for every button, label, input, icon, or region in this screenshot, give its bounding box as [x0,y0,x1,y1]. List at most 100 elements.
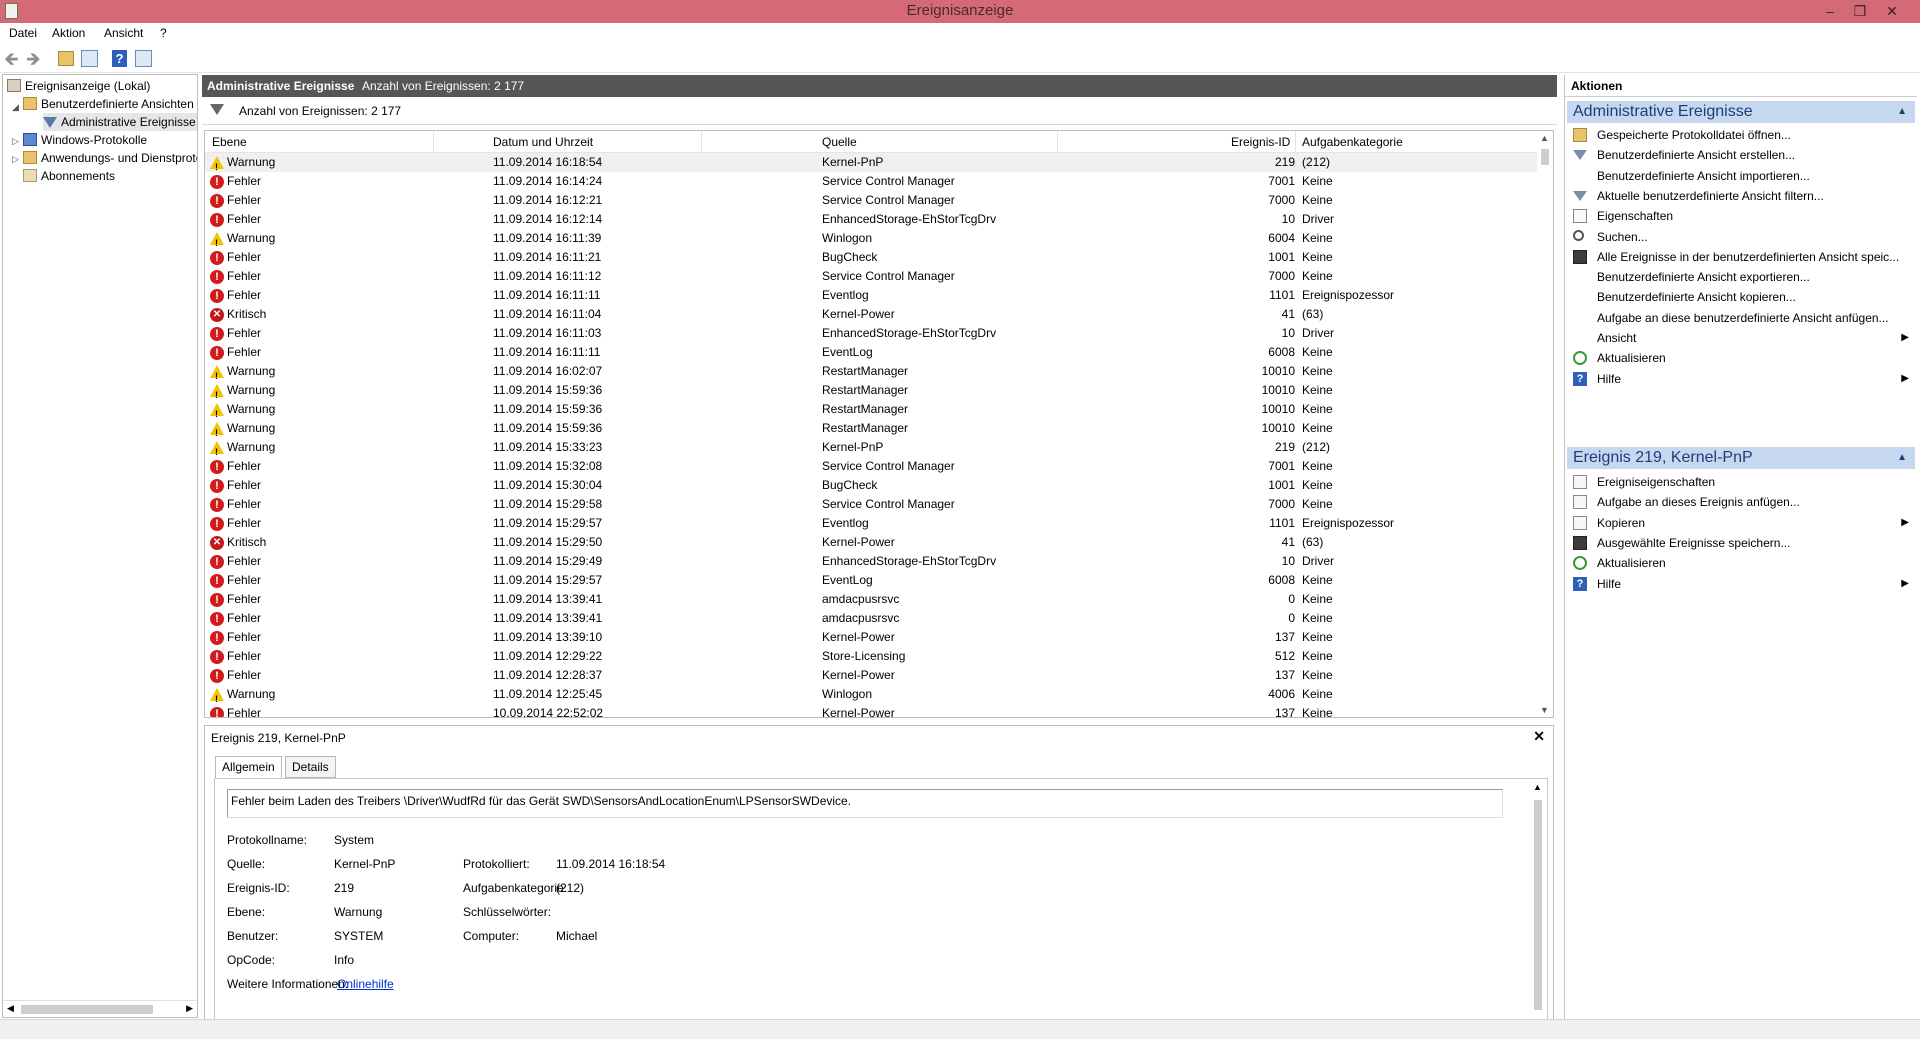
expand-custom-views-icon[interactable]: ◢ [12,102,19,113]
menu-datei[interactable]: Datei [9,26,37,40]
event-message[interactable]: Fehler beim Laden des Treibers \Driver\W… [227,789,1503,818]
action-event-properties[interactable]: Ereigniseigenschaften [1565,471,1917,493]
table-row[interactable]: ! Fehler 11.09.2014 15:29:57 Eventlog 1101 Er… [205,514,1539,533]
scroll-down-icon[interactable]: ▼ [1540,705,1549,715]
action-save-selected[interactable]: Ausgewählte Ereignisse speichern... [1565,532,1917,554]
table-row[interactable]: Warnung 11.09.2014 15:33:23 Kernel-PnP 219 (… [205,438,1539,462]
actions-section-event[interactable]: Ereignis 219, Kernel-PnP ▲ [1567,447,1915,469]
table-row[interactable]: Warnung 11.09.2014 16:11:39 Winlogon 6004 Ke… [205,229,1539,253]
scroll-right-icon[interactable]: ▶ [186,1003,193,1014]
tree-item-subscriptions[interactable]: Abonnements [23,167,115,185]
doc-icon [1573,475,1587,489]
table-row[interactable]: ! Fehler 11.09.2014 12:29:22 Store-Licensin… [205,647,1539,666]
tree-item-windows-logs[interactable]: Windows-Protokolle [23,131,147,149]
action-attach-task-event[interactable]: Aufgabe an dieses Ereignis anfügen... [1565,491,1917,513]
detail-scrollbar[interactable]: ▲ ▼ [1530,780,1546,1039]
actions-section-admin-events[interactable]: Administrative Ereignisse ▲ [1567,101,1915,123]
table-row[interactable]: ! Fehler 11.09.2014 15:29:57 EventLog 6008 Ke… [205,571,1539,590]
action-find[interactable]: Suchen... [1565,226,1917,248]
menu-aktion[interactable]: Aktion [52,26,85,40]
table-row[interactable]: ! Fehler 11.09.2014 15:29:58 Service Contro… [205,495,1539,514]
table-row[interactable]: ! Fehler 11.09.2014 16:11:11 EventLog 6008 Ke… [205,343,1539,362]
expand-windows-logs-icon[interactable]: ▷ [12,136,19,147]
table-row[interactable]: ! Fehler 11.09.2014 16:11:12 Service Contro… [205,267,1539,286]
tree-item-app-logs[interactable]: Anwendungs- und Dienstprotokolle [23,149,197,167]
tree-horizontal-scrollbar[interactable]: ◀ ▶ [3,1000,197,1017]
action-export-custom-view[interactable]: Benutzerdefinierte Ansicht exportieren..… [1565,266,1917,288]
help-icon[interactable]: ? [112,50,127,67]
column-header-date[interactable]: Datum und Uhrzeit [493,135,593,149]
tree-item-admin-events[interactable]: Administrative Ereignisse [43,113,197,131]
table-row[interactable]: Warnung 11.09.2014 15:59:36 RestartManager… [205,400,1539,424]
action-filter-current-view[interactable]: Aktuelle benutzerdefinierte Ansicht filt… [1565,185,1917,207]
event-table-scrollbar[interactable]: ▲ ▼ [1537,131,1553,717]
column-header-level[interactable]: Ebene [212,135,247,149]
error-icon: ! [210,650,224,664]
back-arrow-icon[interactable]: 🡸 [4,49,24,69]
table-row[interactable]: ✕ Kritisch 11.09.2014 15:29:50 Kernel-Power… [205,533,1539,552]
action-properties[interactable]: Eigenschaften [1565,205,1917,227]
restore-button[interactable]: ❐ [1846,1,1874,21]
cell-date: 11.09.2014 15:59:36 [493,402,603,416]
forward-arrow-icon[interactable]: 🡺 [26,49,46,69]
action-help-submenu-2[interactable]: ? Hilfe ▶ [1565,573,1917,595]
scrollbar-thumb[interactable] [1541,149,1549,165]
filter-icon [43,117,57,128]
column-header-task-category[interactable]: Aufgabenkategorie [1302,135,1403,149]
column-header-source[interactable]: Quelle [822,135,857,149]
table-row[interactable]: Warnung 11.09.2014 15:59:36 RestartManager… [205,381,1539,405]
table-row[interactable]: ! Fehler 11.09.2014 15:29:49 EnhancedStorag… [205,552,1539,571]
action-view-submenu[interactable]: Ansicht ▶ [1565,327,1917,349]
action-copy-submenu[interactable]: Kopieren ▶ [1565,512,1917,534]
scroll-up-icon[interactable]: ▲ [1533,782,1542,792]
table-row[interactable]: ! Fehler 11.09.2014 16:11:21 BugCheck 1001 Ke… [205,248,1539,267]
tree-item-root[interactable]: Ereignisanzeige (Lokal) [7,77,150,95]
table-row[interactable]: ! Fehler 11.09.2014 16:14:24 Service Contro… [205,172,1539,191]
table-row[interactable]: Warnung 11.09.2014 16:02:07 RestartManager… [205,362,1539,386]
column-header-event-id[interactable]: Ereignis-ID [1231,135,1290,149]
tab-allgemein[interactable]: Allgemein [215,756,282,779]
show-hide-tree-icon[interactable] [81,50,98,67]
action-help-submenu[interactable]: ? Hilfe ▶ [1565,368,1917,390]
table-row[interactable]: ! Fehler 11.09.2014 15:30:04 BugCheck 1001 Ke… [205,476,1539,495]
table-row[interactable]: ! Fehler 11.09.2014 16:12:21 Service Contro… [205,191,1539,210]
scroll-up-icon[interactable]: ▲ [1540,133,1549,143]
table-row[interactable]: ! Fehler 11.09.2014 15:32:08 Service Contro… [205,457,1539,476]
scrollbar-thumb[interactable] [21,1005,153,1014]
table-row[interactable]: Warnung 11.09.2014 15:59:36 RestartManager… [205,419,1539,443]
scrollbar-thumb[interactable] [1534,800,1542,1010]
collapse-icon[interactable]: ▲ [1897,101,1907,123]
table-row[interactable]: ! Fehler 11.09.2014 12:28:37 Kernel-Power 13… [205,666,1539,685]
close-detail-icon[interactable]: ✕ [1533,728,1545,745]
tab-details[interactable]: Details [285,756,336,778]
action-refresh[interactable]: Aktualisieren [1565,347,1917,369]
tree-item-custom-views[interactable]: Benutzerdefinierte Ansichten [23,95,194,113]
open-folder-icon[interactable] [58,51,74,66]
close-window-button[interactable]: ✕ [1878,1,1906,21]
table-row[interactable]: ! Fehler 11.09.2014 16:12:14 EnhancedStorag… [205,210,1539,229]
action-create-custom-view[interactable]: Benutzerdefinierte Ansicht erstellen... [1565,144,1917,166]
action-attach-task-view[interactable]: Aufgabe an diese benutzerdefinierte Ansi… [1565,307,1917,329]
table-row[interactable]: ! Fehler 11.09.2014 13:39:41 amdacpusrsvc 0 K… [205,590,1539,609]
table-row[interactable]: ! Fehler 11.09.2014 13:39:10 Kernel-Power 13… [205,628,1539,647]
table-row[interactable]: ! Fehler 10.09.2014 22:52:02 Kernel-Power 13… [205,704,1539,717]
action-open-saved-log[interactable]: Gespeicherte Protokolldatei öffnen... [1565,124,1917,146]
table-row[interactable]: ! Fehler 11.09.2014 16:11:03 EnhancedStorag… [205,324,1539,343]
minimize-button[interactable]: – [1816,1,1844,21]
table-row[interactable]: Warnung 11.09.2014 12:25:45 Winlogon 4006 Ke… [205,685,1539,709]
action-import-custom-view[interactable]: Benutzerdefinierte Ansicht importieren..… [1565,165,1917,187]
action-copy-custom-view[interactable]: Benutzerdefinierte Ansicht kopieren... [1565,286,1917,308]
table-row[interactable]: ✕ Kritisch 11.09.2014 16:11:04 Kernel-Power… [205,305,1539,324]
scroll-left-icon[interactable]: ◀ [7,1003,14,1014]
action-save-all-events[interactable]: Alle Ereignisse in der benutzerdefiniert… [1565,246,1917,268]
expand-app-logs-icon[interactable]: ▷ [12,154,19,165]
menu-help[interactable]: ? [160,26,167,40]
table-row[interactable]: Warnung 11.09.2014 16:18:54 Kernel-PnP 219 (… [205,153,1539,177]
action-refresh-2[interactable]: Aktualisieren [1565,552,1917,574]
table-row[interactable]: ! Fehler 11.09.2014 16:11:11 Eventlog 1101 Er… [205,286,1539,305]
online-help-link[interactable]: Onlinehilfe [337,977,394,991]
menu-ansicht[interactable]: Ansicht [104,26,143,40]
collapse-icon[interactable]: ▲ [1897,447,1907,469]
table-row[interactable]: ! Fehler 11.09.2014 13:39:41 amdacpusrsvc 0 K… [205,609,1539,628]
show-hide-actions-icon[interactable] [135,50,152,67]
